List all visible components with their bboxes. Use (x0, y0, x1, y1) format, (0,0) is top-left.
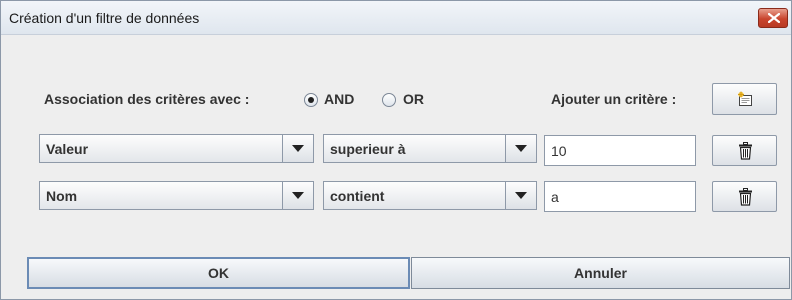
chevron-down-icon (292, 145, 304, 152)
window-title: Création d'un filtre de données (9, 10, 200, 26)
field-select-value: Valeur (46, 141, 89, 157)
operator-select-2[interactable]: contient (323, 181, 537, 210)
dropdown-button[interactable] (505, 182, 536, 209)
delete-criterion-button-2[interactable] (712, 181, 777, 212)
value-input[interactable] (545, 136, 695, 165)
ok-button[interactable]: OK (27, 257, 410, 289)
radio-or[interactable] (382, 93, 396, 107)
operator-select-1[interactable]: superieur à (323, 134, 537, 163)
value-field-2[interactable] (544, 181, 696, 212)
dropdown-button[interactable] (505, 135, 536, 162)
radio-and[interactable] (304, 93, 318, 107)
chevron-down-icon (292, 192, 304, 199)
operator-select-value: superieur à (330, 141, 406, 157)
title-bar: Création d'un filtre de données (1, 1, 791, 35)
trash-icon (739, 188, 752, 206)
field-select-2[interactable]: Nom (39, 181, 314, 210)
filter-dialog: Création d'un filtre de données Associat… (0, 0, 792, 300)
trash-icon (739, 142, 752, 160)
dropdown-button[interactable] (282, 182, 313, 209)
radio-and-label: AND (324, 91, 355, 107)
field-select-1[interactable]: Valeur (39, 134, 314, 163)
value-input[interactable] (545, 182, 695, 211)
field-select-value: Nom (46, 188, 78, 204)
association-label: Association des critères avec : (44, 91, 250, 107)
new-document-icon (738, 91, 752, 106)
delete-criterion-button-1[interactable] (712, 135, 777, 166)
close-button[interactable] (758, 8, 788, 28)
dialog-content: Association des critères avec : AND OR A… (1, 36, 791, 300)
chevron-down-icon (515, 192, 527, 199)
radio-or-label: OR (403, 91, 424, 107)
chevron-down-icon (515, 145, 527, 152)
add-criterion-label: Ajouter un critère : (551, 91, 677, 107)
cancel-button[interactable]: Annuler (411, 257, 790, 289)
close-icon (768, 13, 780, 23)
dropdown-button[interactable] (282, 135, 313, 162)
operator-select-value: contient (330, 188, 385, 204)
value-field-1[interactable] (544, 135, 696, 166)
add-criterion-button[interactable] (712, 83, 777, 115)
